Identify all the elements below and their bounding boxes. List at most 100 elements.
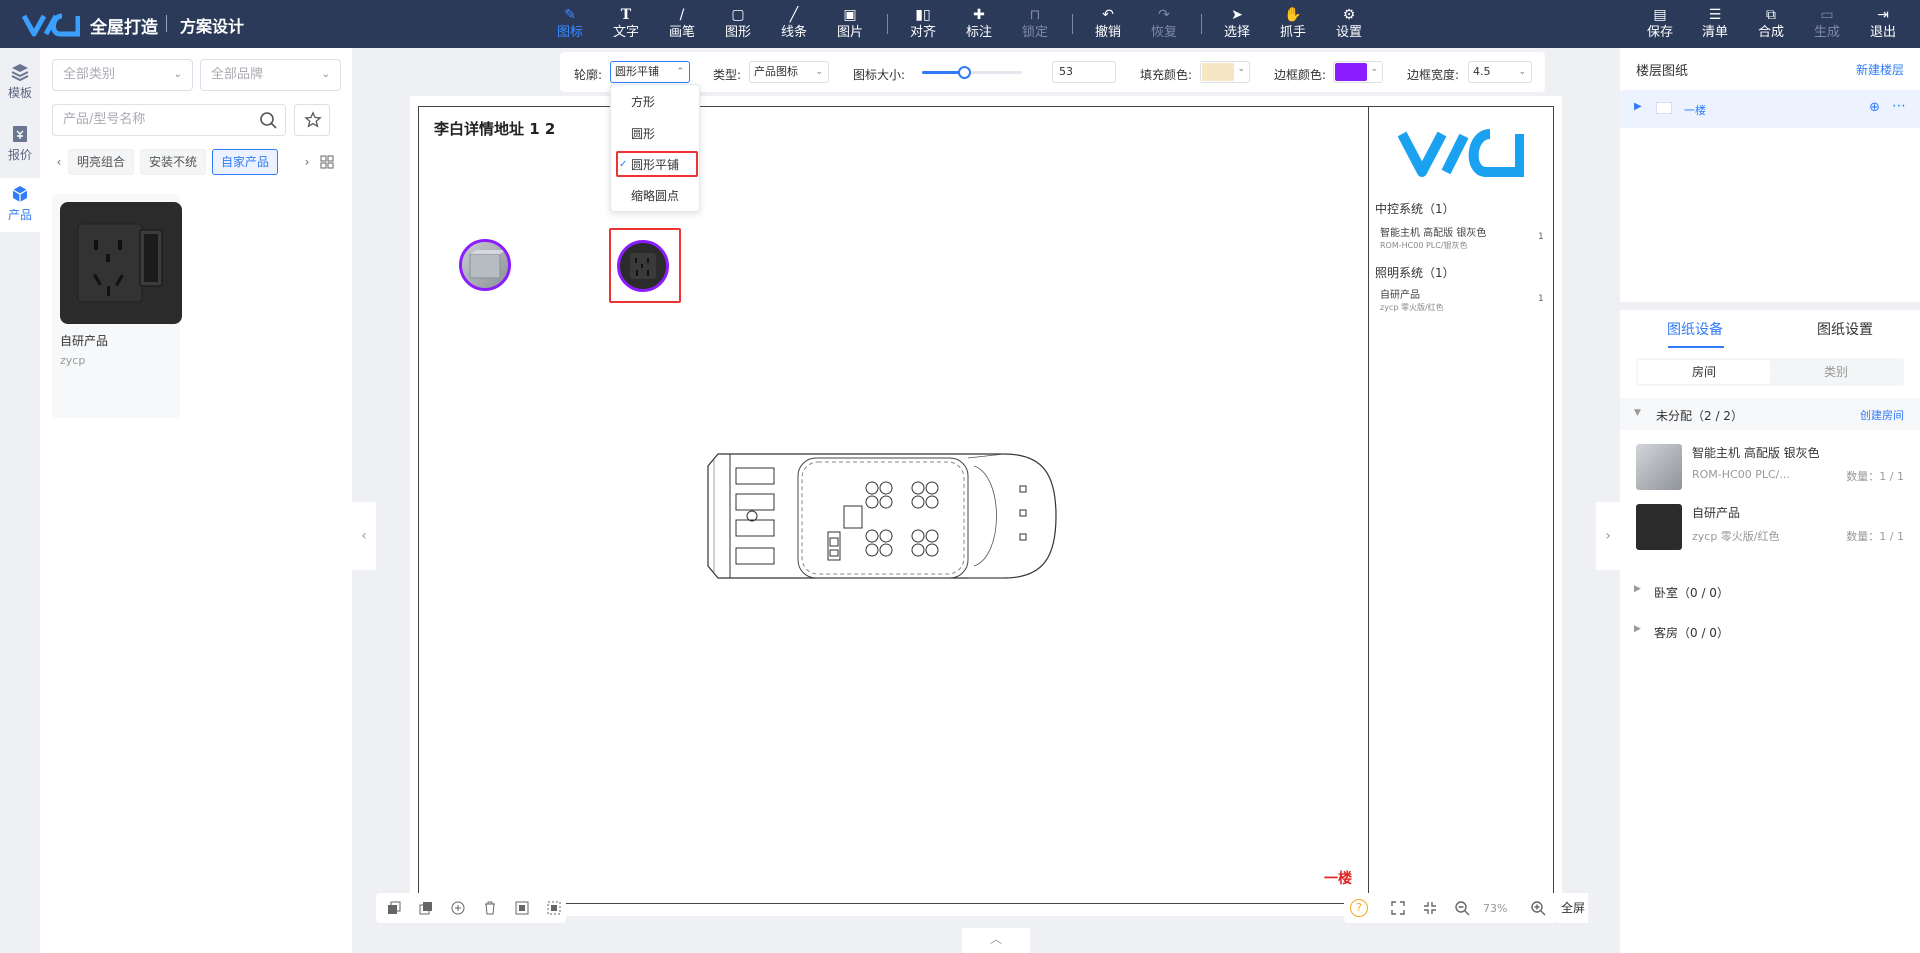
more-icon[interactable]: ⋯: [1892, 98, 1906, 114]
create-room-link[interactable]: 创建房间: [1860, 407, 1904, 423]
collapse-right-handle[interactable]: ›: [1596, 502, 1620, 570]
legend-group-title: 照明系统（1）: [1375, 266, 1455, 280]
copy-icon[interactable]: [450, 900, 466, 916]
chevron-up-icon: ︿: [989, 932, 1002, 946]
layer-back-icon[interactable]: [418, 900, 434, 916]
category-select[interactable]: 全部类别 ⌄: [52, 59, 193, 91]
actual-size-icon[interactable]: [1422, 900, 1438, 916]
trash-icon[interactable]: [482, 900, 498, 916]
segment-category[interactable]: 类别: [1770, 360, 1902, 384]
tab-drawing-settings[interactable]: 图纸设置: [1770, 310, 1920, 350]
redo-button[interactable]: ↷ 恢复: [1139, 5, 1189, 45]
border-color-chip: [1335, 63, 1367, 81]
socket-thumbnail: [60, 202, 182, 324]
caret-down-icon: ▼: [1634, 408, 1641, 418]
generate-icon: ▭: [1820, 7, 1834, 23]
outline-option-dot[interactable]: 缩略圆点: [611, 183, 699, 209]
toolbar-separator: [1072, 14, 1073, 34]
help-icon[interactable]: ?: [1350, 899, 1368, 917]
rail-item-quote[interactable]: 报价: [0, 118, 40, 172]
outline-option-square[interactable]: 方形: [611, 89, 699, 115]
favorite-button[interactable]: [294, 104, 330, 136]
type-select[interactable]: 产品图标 ⌄: [749, 61, 829, 83]
device-list-item[interactable]: 智能主机 高配版 银灰色 ROM-HC00 PLC/... 数量：1 / 1: [1620, 438, 1920, 496]
zoom-in-icon[interactable]: [1530, 900, 1546, 916]
grid-view-icon[interactable]: [320, 155, 334, 169]
border-width-select[interactable]: 4.5 ⌄: [1468, 61, 1532, 83]
hub-device-icon: [1636, 444, 1682, 490]
room-group-guestroom[interactable]: ▶ 客房（0 / 0）: [1620, 616, 1920, 646]
tool-grab-button[interactable]: ✋ 抓手: [1268, 5, 1318, 45]
undo-button[interactable]: ↶ 撤销: [1083, 5, 1133, 45]
segment-room[interactable]: 房间: [1638, 360, 1770, 384]
add-page-icon[interactable]: ⊕: [1869, 100, 1880, 115]
tags-next-button[interactable]: ›: [300, 149, 314, 175]
icon-size-input[interactable]: 53: [1052, 61, 1116, 83]
placed-device-hub[interactable]: [459, 239, 511, 291]
ungroup-icon[interactable]: [546, 900, 562, 916]
icon-size-slider[interactable]: [922, 66, 1022, 79]
search-input[interactable]: 产品/型号名称: [52, 104, 286, 136]
device-list-item[interactable]: 自研产品 zycp 零火版/红色 数量：1 / 1: [1620, 498, 1920, 556]
layer-front-icon[interactable]: [386, 900, 402, 916]
new-floor-link[interactable]: 新建楼层: [1856, 61, 1904, 78]
list-button[interactable]: ☰ 清单: [1690, 5, 1740, 45]
border-width-label: 边框宽度:: [1407, 68, 1460, 82]
right-panel: 楼层图纸 新建楼层 ▶ 一楼 ⊕ ⋯ 图纸设备 图纸设置 房间 类别 ▼ 未分配…: [1620, 48, 1920, 953]
zoom-out-icon[interactable]: [1454, 900, 1470, 916]
tags-prev-button[interactable]: ‹: [52, 149, 66, 175]
brush-icon: /: [679, 7, 685, 23]
group-icon[interactable]: [514, 900, 530, 916]
tool-line-button[interactable]: ╱ 线条: [769, 5, 819, 45]
exit-button[interactable]: ⇥ 退出: [1858, 5, 1908, 45]
legend-item-qty: 1: [1538, 294, 1544, 304]
product-card[interactable]: 自研产品 zycp: [52, 194, 182, 418]
drawing-title[interactable]: 李白详情地址 1 2: [434, 118, 555, 139]
caret-right-icon[interactable]: ▶: [1634, 101, 1642, 112]
floor-list-item[interactable]: ▶ 一楼 ⊕ ⋯: [1620, 90, 1920, 128]
tool-annotate-button[interactable]: ✚ 标注: [954, 5, 1004, 45]
fill-color-label: 填充颜色:: [1140, 68, 1193, 82]
hand-icon: ✋: [1284, 7, 1302, 23]
border-color-picker[interactable]: ⌄: [1333, 61, 1383, 83]
tool-select-button[interactable]: ➤ 选择: [1212, 5, 1262, 45]
legend-brand-logo: [1398, 129, 1524, 177]
settings-button[interactable]: ⚙ 设置: [1324, 5, 1374, 45]
tool-image-button[interactable]: ▣ 图片: [825, 5, 875, 45]
tag-chip[interactable]: 安装不统: [140, 149, 207, 175]
fill-color-picker[interactable]: ⌄: [1200, 61, 1250, 83]
collapse-left-handle[interactable]: ‹: [352, 502, 376, 570]
save-button[interactable]: ▤ 保存: [1635, 5, 1685, 45]
tool-lock-button[interactable]: ⊓ 锁定: [1010, 5, 1060, 45]
rail-item-product[interactable]: 产品: [0, 178, 40, 232]
rail-item-template[interactable]: 模板: [0, 56, 40, 110]
tool-text-button[interactable]: T 文字: [601, 5, 651, 45]
chevron-left-icon: ‹: [361, 528, 367, 544]
search-icon[interactable]: [259, 111, 277, 129]
redo-icon: ↷: [1158, 7, 1170, 23]
brand-select[interactable]: 全部品牌 ⌄: [200, 59, 341, 91]
fit-screen-icon[interactable]: [1390, 900, 1406, 916]
unassigned-group-header[interactable]: ▼ 未分配（2 / 2） 创建房间: [1620, 398, 1920, 430]
floor-name: 一楼: [1684, 104, 1706, 117]
save-icon: ▤: [1653, 7, 1667, 23]
tag-chip-active[interactable]: 自家产品: [212, 149, 279, 175]
tool-icon-button[interactable]: ✎ 图标: [545, 5, 595, 45]
generate-button[interactable]: ▭ 生成: [1802, 5, 1852, 45]
merge-button[interactable]: ⧉ 合成: [1746, 5, 1796, 45]
expand-bottom-handle[interactable]: ︿: [962, 928, 1030, 953]
tab-drawing-devices[interactable]: 图纸设备: [1620, 310, 1770, 350]
tool-shape-button[interactable]: ▢ 图形: [713, 5, 763, 45]
caret-right-icon: ▶: [1634, 624, 1641, 634]
outline-dropdown: 方形 圆形 ✓ 圆形平铺 缩略圆点: [610, 84, 700, 212]
tag-chip[interactable]: 明亮组合: [68, 149, 135, 175]
room-group-bedroom[interactable]: ▶ 卧室（0 / 0）: [1620, 576, 1920, 606]
outline-option-circle[interactable]: 圆形: [611, 121, 699, 147]
outline-select[interactable]: 圆形平铺 ⌃: [610, 61, 690, 83]
cube-icon: [12, 186, 28, 202]
tool-brush-button[interactable]: / 画笔: [657, 5, 707, 45]
fullscreen-button[interactable]: 全屏: [1558, 893, 1588, 923]
line-icon: ╱: [789, 7, 799, 23]
caret-right-icon: ▶: [1634, 584, 1641, 594]
tool-align-button[interactable]: ▮▯ 对齐: [898, 5, 948, 45]
